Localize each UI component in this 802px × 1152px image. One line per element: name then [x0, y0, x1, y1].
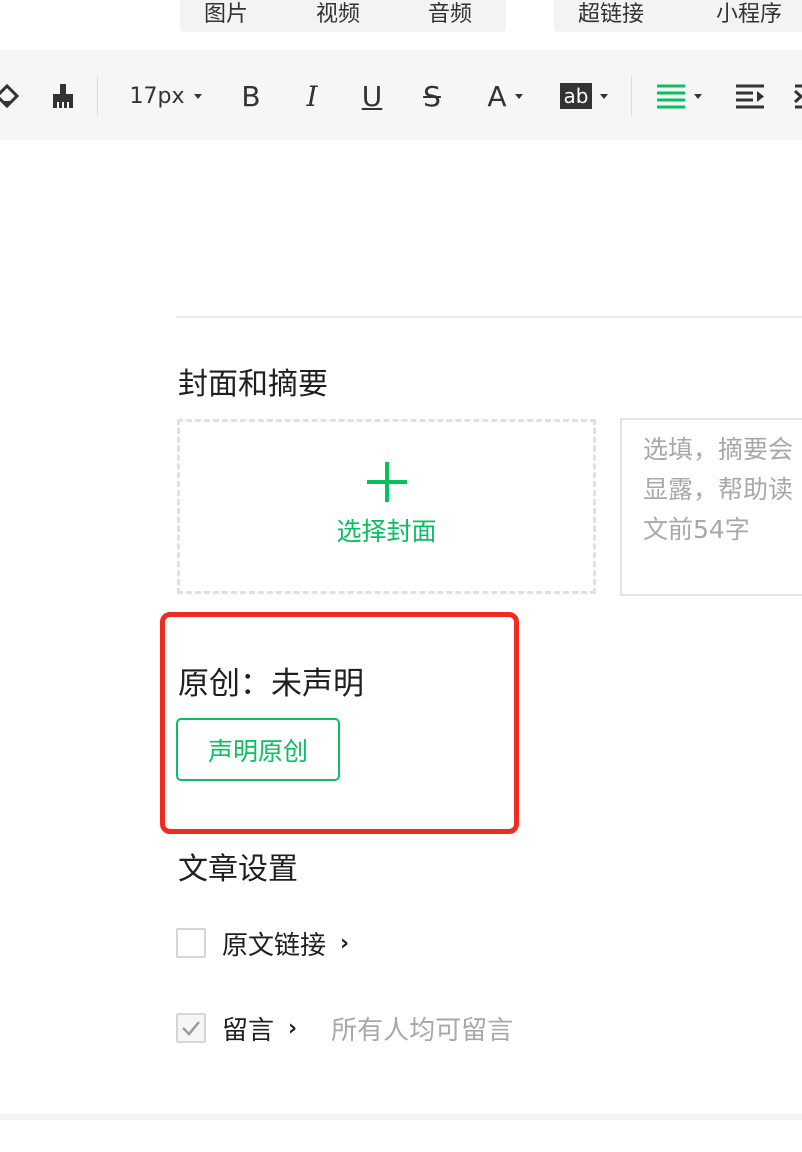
strikethrough-button[interactable]: S — [417, 78, 447, 114]
insert-media-group: 图片 视频 音频 — [180, 0, 506, 32]
insert-video-button[interactable]: 视频 — [316, 0, 360, 28]
cover-section-title: 封面和摘要 — [178, 367, 328, 402]
content-divider — [176, 316, 802, 318]
more-format-icon[interactable] — [790, 78, 802, 114]
insert-audio-button[interactable]: 音频 — [428, 0, 472, 28]
format-toolbar: 17px B I U S A ab — [0, 50, 802, 140]
underline-button[interactable]: U — [357, 78, 387, 114]
insert-miniprogram-button[interactable]: 小程序 — [716, 0, 782, 28]
chevron-down-icon — [694, 93, 702, 99]
summary-placeholder-line: 显露，帮助读 — [643, 475, 794, 504]
summary-placeholder-line: 文前54字 — [643, 515, 750, 544]
chevron-down-icon — [514, 93, 523, 99]
toolbar-divider — [97, 76, 98, 116]
summary-input[interactable]: 选填，摘要会 显露，帮助读 文前54字 — [620, 418, 802, 596]
insert-hyperlink-button[interactable]: 超链接 — [578, 0, 644, 28]
font-color-button[interactable]: A — [478, 78, 532, 114]
bold-button[interactable]: B — [236, 78, 266, 114]
source-link-checkbox[interactable] — [176, 928, 206, 958]
article-settings-title: 文章设置 — [178, 852, 298, 887]
align-button[interactable] — [652, 78, 706, 114]
chevron-right-icon[interactable]: › — [340, 931, 349, 956]
bottom-divider — [0, 1114, 802, 1120]
chevron-down-icon — [600, 93, 609, 99]
choose-cover-button[interactable]: 选择封面 — [177, 419, 596, 594]
choose-cover-label: 选择封面 — [336, 517, 437, 546]
comment-label[interactable]: 留言 — [222, 1010, 274, 1047]
toolbar-divider — [631, 76, 632, 116]
chevron-down-icon — [194, 93, 203, 99]
underline-icon: U — [361, 79, 383, 113]
background-color-button[interactable]: ab — [556, 78, 612, 114]
italic-icon: I — [306, 79, 318, 113]
font-size-value: 17px — [129, 83, 185, 109]
comment-permission-hint: 所有人均可留言 — [331, 1015, 514, 1046]
comment-checkbox[interactable] — [176, 1013, 206, 1043]
plus-icon — [366, 462, 407, 502]
font-color-icon: A — [487, 79, 507, 113]
comment-option: 留言 › 所有人均可留言 — [176, 1010, 514, 1047]
declare-original-button[interactable]: 声明原创 — [176, 718, 340, 781]
summary-placeholder-line: 选填，摘要会 — [643, 435, 794, 464]
indent-icon — [736, 84, 764, 109]
align-justify-icon — [657, 84, 685, 109]
original-status-text: 原创：未声明 — [178, 666, 364, 702]
source-link-option: 原文链接 › — [176, 925, 349, 962]
check-icon — [182, 1021, 200, 1036]
source-link-label[interactable]: 原文链接 — [222, 925, 326, 962]
insert-bar: 图片 视频 音频 超链接 小程序 — [0, 0, 802, 50]
eraser-icon[interactable] — [0, 78, 22, 114]
bold-icon: B — [241, 79, 261, 113]
background-color-icon: ab — [559, 83, 593, 109]
indent-button[interactable] — [734, 78, 766, 114]
strikethrough-icon: S — [423, 79, 441, 113]
insert-image-button[interactable]: 图片 — [204, 0, 248, 28]
insert-link-group: 超链接 小程序 — [554, 0, 802, 32]
chevron-right-icon[interactable]: › — [288, 1016, 297, 1041]
italic-button[interactable]: I — [297, 78, 327, 114]
format-painter-icon[interactable] — [48, 78, 78, 114]
font-size-select[interactable]: 17px — [120, 78, 212, 114]
